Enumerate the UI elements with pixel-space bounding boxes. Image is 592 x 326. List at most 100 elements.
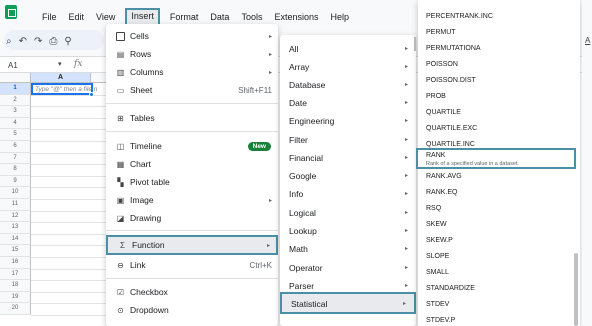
insert-cells[interactable]: Cells ▸ [106,27,278,45]
function-label: PROB [426,93,446,100]
row-header[interactable]: 2 [0,94,31,107]
column-header-a[interactable]: A [31,73,91,83]
row-header[interactable]: 18 [0,280,31,292]
insert-image[interactable]: ▣ Image ▸ [106,191,278,209]
insert-function[interactable]: Σ Function ▸ [106,235,278,255]
category-label: Parser [289,281,315,291]
menu-file[interactable]: File [40,11,59,26]
category-label: Logical [289,208,316,218]
insert-checkbox[interactable]: ☑ Checkbox [106,283,278,301]
row-header[interactable]: 4 [0,117,31,130]
insert-timeline[interactable]: ◫ Timeline New [106,137,278,155]
category-label: All [289,44,299,54]
function-label: QUARTILE [426,109,461,116]
insert-link[interactable]: ⊖ Link Ctrl+K [106,256,278,274]
insert-columns[interactable]: ▥ Columns ▸ [106,63,278,81]
category-label: Google [289,171,317,181]
row-header[interactable]: 8 [0,164,31,176]
row-header[interactable]: 9 [0,175,31,188]
insert-pivot-table[interactable]: ▚ Pivot table [106,173,278,191]
row-header[interactable]: 20 [0,303,31,315]
category-statistical[interactable]: Statistical ▸ [280,292,416,314]
row-header[interactable]: 15 [0,245,31,257]
row-header[interactable]: 3 [0,106,31,118]
row-header[interactable]: 5 [0,129,31,141]
link-icon: ⊖ [117,260,124,270]
insert-chart[interactable]: ▦ Chart [106,155,278,173]
insert-link-label: Link [130,260,146,270]
category-info[interactable]: Info ▸ [280,185,416,203]
menu-extensions[interactable]: Extensions [272,11,320,26]
columns-icon: ▥ [116,67,125,77]
category-engineering[interactable]: Engineering ▸ [280,112,416,130]
row-gridline [31,257,111,258]
select-all-corner[interactable] [0,73,31,83]
row-gridline [31,315,111,316]
category-lookup[interactable]: Lookup ▸ [280,222,416,240]
insert-tables[interactable]: ⊞ Tables [106,109,278,127]
print-icon[interactable]: ⎙ [49,36,57,47]
insert-timeline-label: Timeline [130,141,162,151]
paint-format-icon[interactable]: ⚲ [64,36,71,47]
function-category-menu: All ▸ Array ▸ Database ▸ Date ▸ Engineering ▸… [280,35,416,326]
function-item-rank[interactable]: RANK Rank of a specified value in a data… [416,148,576,169]
function-label: RANK.AVG [426,173,462,180]
category-financial[interactable]: Financial ▸ [280,149,416,167]
category-filter[interactable]: Filter ▸ [280,131,416,149]
insert-drawing-label: Drawing [130,213,162,223]
undo-icon[interactable]: ↶ [19,36,27,47]
fill-handle[interactable] [89,92,94,97]
row-gridline [31,129,111,131]
category-array[interactable]: Array ▸ [280,58,416,76]
row-header[interactable]: 16 [0,257,31,269]
chevron-right-icon: ▸ [268,197,272,204]
row-gridline [31,175,111,177]
insert-sheet[interactable]: ▭ Sheet Shift+F11 [106,81,278,99]
dropdown-icon: ⊙ [117,305,124,315]
row-header[interactable]: 10 [0,187,31,199]
row-header[interactable]: 19 [0,291,31,304]
insert-sheet-label: Sheet [130,85,153,95]
fx-icon: fx [74,59,83,69]
row-header[interactable]: 12 [0,210,31,223]
category-date[interactable]: Date ▸ [280,94,416,112]
statistical-functions-menu: PERCENTRANK.INC PERMUT PERMUTATIONA POIS… [416,0,580,326]
category-label: Date [289,98,307,108]
redo-icon[interactable]: ↷ [34,36,42,47]
insert-cells-label: Cells [130,31,149,41]
insert-rows[interactable]: ▤ Rows ▸ [106,45,278,63]
text-color-icon[interactable]: A [585,36,590,45]
row-header[interactable]: 11 [0,199,31,211]
row-header[interactable]: 17 [0,268,31,281]
category-all[interactable]: All ▸ [280,40,416,58]
category-google[interactable]: Google ▸ [280,167,416,185]
row-header[interactable]: 13 [0,222,31,234]
menu-help[interactable]: Help [328,11,351,26]
search-icon[interactable]: ⌕ [6,36,12,47]
scrollbar[interactable] [574,253,578,326]
insert-checkbox-label: Checkbox [130,287,168,297]
row-header[interactable]: 1 [0,83,31,95]
row-gridline [31,141,111,142]
menu-edit[interactable]: Edit [67,11,87,26]
sheets-logo-icon[interactable] [5,5,17,19]
row-header[interactable]: 7 [0,152,31,165]
checkbox-icon: ☑ [116,287,125,297]
chevron-down-icon[interactable]: ▾ [58,60,62,68]
category-math[interactable]: Math ▸ [280,240,416,258]
insert-dropdown[interactable]: ⊙ Dropdown [106,301,278,319]
category-logical[interactable]: Logical ▸ [280,204,416,222]
category-operator[interactable]: Operator ▸ [280,259,416,277]
chevron-right-icon: ▸ [404,118,408,124]
insert-drawing[interactable]: ◪ Drawing [106,209,278,227]
function-label: QUARTILE.INC [426,141,475,148]
insert-pivot-table-label: Pivot table [130,177,170,187]
function-label: PERMUTATIONA [426,45,481,52]
row-gridline [31,280,111,282]
row-header[interactable]: 14 [0,233,31,246]
name-box[interactable]: A1 [8,61,18,70]
row-header[interactable]: 6 [0,141,31,153]
chevron-right-icon: ▸ [404,46,408,52]
category-database[interactable]: Database ▸ [280,76,416,94]
function-label: POISSON.DIST [426,77,476,84]
